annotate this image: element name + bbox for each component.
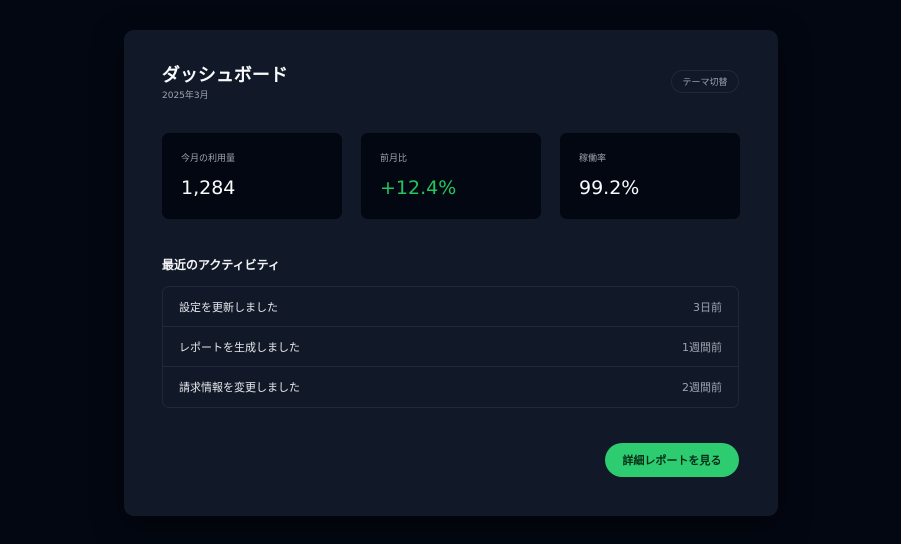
page-title: ダッシュボード	[162, 65, 288, 86]
stat-card-month-over-month: 前月比 +12.4%	[361, 133, 541, 219]
stat-value: 1,284	[181, 177, 236, 199]
activity-text: 請求情報を変更しました	[179, 381, 300, 394]
activity-item: レポートを生成しました 1週間前	[163, 327, 738, 367]
dashboard-card: ダッシュボード 2025年3月 テーマ切替 今月の利用量 1,284 前月比 +…	[124, 30, 778, 516]
stat-value: 99.2%	[579, 177, 640, 199]
activity-time: 1週間前	[682, 340, 722, 354]
stat-card-uptime: 稼働率 99.2%	[560, 133, 740, 219]
activity-list: 設定を更新しました 3日前 レポートを生成しました 1週間前 請求情報を変更しま…	[162, 286, 739, 408]
stat-value: +12.4%	[380, 177, 457, 199]
activity-item: 請求情報を変更しました 2週間前	[163, 367, 738, 407]
stat-label: 稼働率	[579, 154, 607, 164]
activity-text: 設定を更新しました	[179, 300, 278, 314]
stat-label: 前月比	[380, 154, 408, 164]
view-detailed-report-button[interactable]: 詳細レポートを見る	[605, 443, 739, 477]
stat-label: 今月の利用量	[181, 154, 236, 164]
activity-time: 2週間前	[682, 381, 722, 394]
page-subtitle: 2025年3月	[162, 91, 209, 101]
activity-section-title: 最近のアクティビティ	[162, 258, 280, 272]
theme-toggle-button[interactable]: テーマ切替	[671, 70, 739, 93]
activity-text: レポートを生成しました	[179, 340, 300, 354]
stat-card-usage: 今月の利用量 1,284	[162, 133, 342, 219]
activity-item: 設定を更新しました 3日前	[163, 287, 738, 327]
activity-time: 3日前	[693, 300, 722, 314]
